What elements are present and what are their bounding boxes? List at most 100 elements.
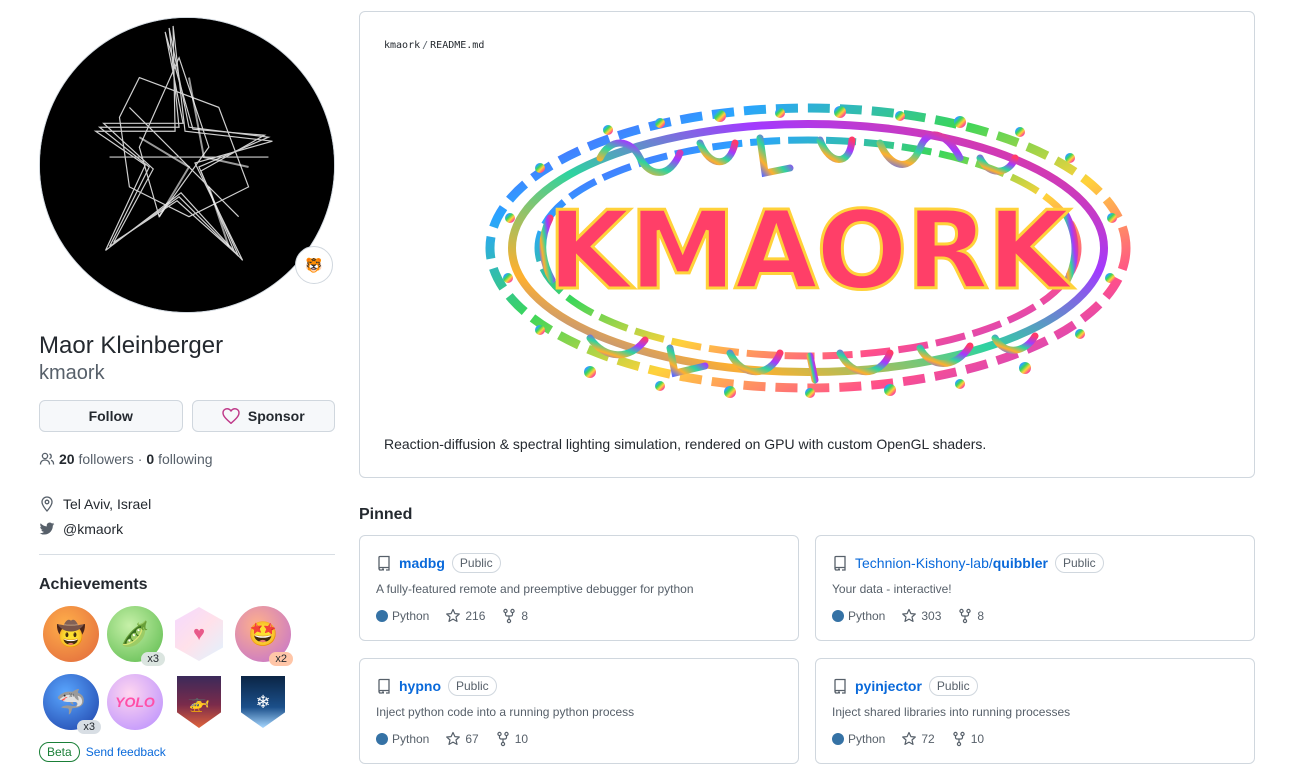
forks-link[interactable]: 10 (951, 731, 984, 747)
achievement-badge[interactable]: YOLO (103, 670, 167, 734)
pinned-repo-header: madbg Public (376, 552, 782, 574)
visibility-badge: Public (1054, 553, 1104, 573)
repo-description: A fully-featured remote and preemptive d… (376, 582, 694, 596)
profile-actions: Follow Sponsor (39, 400, 335, 432)
pinned-repo-header: pyinjector Public (832, 675, 1238, 697)
badge-tier: x3 (141, 652, 165, 666)
visibility-badge: Public (451, 553, 501, 573)
follow-separator: · (137, 451, 143, 467)
location-text: Tel Aviv, Israel (63, 495, 152, 512)
send-feedback-link[interactable]: Send feedback (86, 745, 166, 759)
repo-icon (376, 555, 392, 571)
sidebar-divider (39, 554, 335, 555)
repo-description: Inject shared libraries into running pro… (832, 705, 1071, 719)
pinned-repo-card: hypno Public Inject python code into a r… (359, 658, 799, 764)
heart-icon (222, 408, 240, 424)
follow-button[interactable]: Follow (39, 400, 183, 432)
followers-link[interactable]: 20 followers (59, 451, 134, 467)
achievement-badge[interactable]: 🤠 (39, 602, 103, 666)
pinned-section-title: Pinned (359, 506, 413, 523)
repo-name-link[interactable]: hypno (399, 678, 441, 694)
achievements-feedback: Beta Send feedback (39, 742, 335, 762)
language-color-dot (832, 733, 844, 745)
banner-title: KMAORK (547, 189, 1074, 314)
achievement-badge[interactable]: 🫛 x3 (103, 602, 167, 666)
repo-language: Python (376, 609, 429, 623)
star-icon (902, 608, 917, 622)
repo-language: Python (832, 732, 885, 746)
status-emoji-button[interactable]: 🐯 (295, 246, 333, 284)
stars-link[interactable]: 67 (445, 731, 479, 747)
avatar-container: 🐯 (39, 17, 335, 313)
achievement-badge[interactable]: ❄ (231, 670, 295, 734)
mars-badge-icon: 🚁 (177, 676, 221, 728)
repo-meta: Python 303 8 (832, 608, 1238, 624)
repo-icon (376, 678, 392, 694)
repo-icon (832, 555, 848, 571)
achievement-badge[interactable]: 🦈 x3 (39, 670, 103, 734)
repo-name-link[interactable]: madbg (399, 555, 445, 571)
achievements-title: Achievements (39, 576, 148, 593)
avatar[interactable] (39, 17, 335, 313)
profile-readme: kmaork / README.md KMAORK Reaction-diffu… (359, 11, 1255, 478)
twitter-icon (39, 521, 55, 537)
repo-language: Python (376, 732, 429, 746)
heart-badge-icon: ♥ (175, 607, 223, 661)
readme-owner-link[interactable]: kmaork (384, 40, 420, 51)
arctic-vault-badge-icon: ❄ (241, 676, 285, 728)
avatar-image (40, 18, 334, 312)
achievement-badge[interactable]: ♥ (167, 602, 231, 666)
achievement-badge[interactable]: 🤩 x2 (231, 602, 295, 666)
readme-file-link[interactable]: README.md (430, 40, 484, 51)
forks-link[interactable]: 8 (957, 608, 984, 624)
followers-count: 20 (59, 451, 75, 467)
pinned-repo-card: Technion-Kishony-lab/quibbler Public You… (815, 535, 1255, 641)
following-count: 0 (146, 451, 155, 467)
star-icon (446, 731, 461, 745)
sponsor-button-label: Sponsor (247, 408, 305, 424)
repo-name-link[interactable]: Technion-Kishony-lab/quibbler (855, 555, 1048, 571)
profile-sidebar: 🐯 Maor Kleinberger kmaork Follow Sponsor… (39, 17, 335, 762)
pinned-repo-header: hypno Public (376, 675, 782, 697)
badge-tier: x2 (269, 652, 293, 666)
forks-link[interactable]: 10 (495, 731, 528, 747)
pinned-repo-card: madbg Public A fully-featured remote and… (359, 535, 799, 641)
repo-description: Inject python code into a running python… (376, 705, 635, 719)
stars-link[interactable]: 216 (445, 608, 485, 624)
twitter-item[interactable]: @kmaork (39, 516, 335, 541)
achievement-badge[interactable]: 🚁 (167, 670, 231, 734)
following-label: following (158, 451, 213, 467)
fork-icon (959, 608, 972, 624)
language-color-dot (376, 733, 388, 745)
repo-meta: Python 72 10 (832, 731, 1238, 747)
twitter-handle: @kmaork (63, 520, 124, 537)
location-pin-icon (39, 495, 55, 512)
sponsor-button[interactable]: Sponsor (191, 400, 335, 432)
repo-meta: Python 67 10 (376, 731, 782, 747)
yolo-badge-icon: YOLO (107, 674, 163, 730)
tiger-icon: 🐯 (305, 256, 323, 273)
language-color-dot (832, 610, 844, 622)
fork-icon (953, 731, 965, 747)
repo-language: Python (832, 609, 885, 623)
star-icon (446, 608, 461, 622)
profile-details: Tel Aviv, Israel @kmaork (39, 491, 335, 541)
follow-button-label: Follow (88, 408, 133, 424)
follow-stats: 20 followers · 0 following (39, 451, 335, 467)
pinned-repo-header: Technion-Kishony-lab/quibbler Public (832, 552, 1238, 574)
readme-breadcrumb: kmaork / README.md (384, 40, 485, 51)
visibility-badge: Public (448, 676, 497, 696)
badge-tier: x3 (77, 720, 101, 734)
profile-username: kmaork (39, 362, 105, 384)
stars-link[interactable]: 303 (901, 608, 941, 624)
stars-link[interactable]: 72 (901, 731, 935, 747)
repo-meta: Python 216 8 (376, 608, 782, 624)
fork-icon (497, 731, 509, 747)
followers-label: followers (78, 451, 134, 467)
star-icon (902, 731, 917, 745)
beta-label: Beta (39, 742, 80, 762)
cowboy-badge-icon: 🤠 (43, 606, 99, 662)
forks-link[interactable]: 8 (501, 608, 528, 624)
repo-name-link[interactable]: pyinjector (855, 678, 922, 694)
following-link[interactable]: 0 following (146, 451, 212, 467)
